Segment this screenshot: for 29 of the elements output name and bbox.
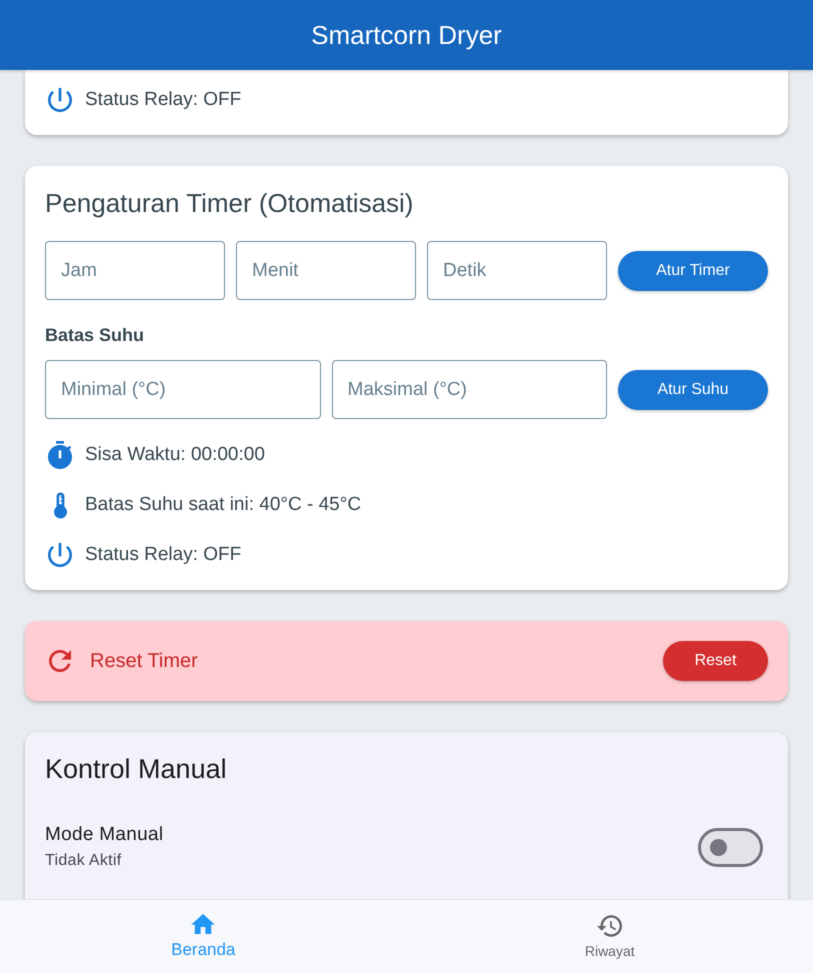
- section-title: Pengaturan Timer (Otomatisasi): [45, 187, 414, 220]
- refresh-icon: [49, 650, 71, 672]
- nav-tab[interactable]: Beranda: [0, 900, 406, 973]
- reset-button[interactable]: Reset: [663, 641, 768, 681]
- set-temperature-button[interactable]: Atur Suhu: [618, 370, 768, 410]
- power-icon: [48, 543, 72, 567]
- status-text: Sisa Waktu: 00:00:00: [85, 444, 265, 466]
- power-icon: [48, 88, 72, 112]
- stopwatch-icon: [48, 441, 72, 469]
- section-title: Kontrol Manual: [45, 753, 228, 786]
- app-title: Smartcorn Dryer: [311, 20, 502, 50]
- time-input-field[interactable]: Jam: [45, 241, 225, 300]
- reset-label: Reset Timer: [90, 650, 198, 672]
- temperature-input-field[interactable]: Minimal (°C): [45, 360, 320, 419]
- nav-tab[interactable]: Riwayat: [406, 900, 813, 973]
- history-icon: [597, 914, 622, 936]
- time-input-field[interactable]: Detik: [427, 241, 607, 300]
- mode-status-text: Tidak Aktif: [45, 852, 123, 870]
- field-group-label: Batas Suhu: [45, 324, 146, 347]
- temperature-input-field[interactable]: Maksimal (°C): [332, 360, 607, 419]
- status-text: Batas Suhu saat ini: 40°C - 45°C: [85, 494, 362, 516]
- time-input-field[interactable]: Menit: [236, 241, 416, 300]
- mode-label: Mode Manual: [45, 824, 164, 846]
- thermometer-icon: [54, 492, 66, 518]
- home-icon: [191, 914, 216, 934]
- status-text: Status Relay: OFF: [85, 544, 242, 566]
- status-text: Status Relay: OFF: [85, 89, 242, 111]
- toggle-switch[interactable]: [698, 828, 763, 866]
- set-timer-button[interactable]: Atur Timer: [618, 250, 768, 290]
